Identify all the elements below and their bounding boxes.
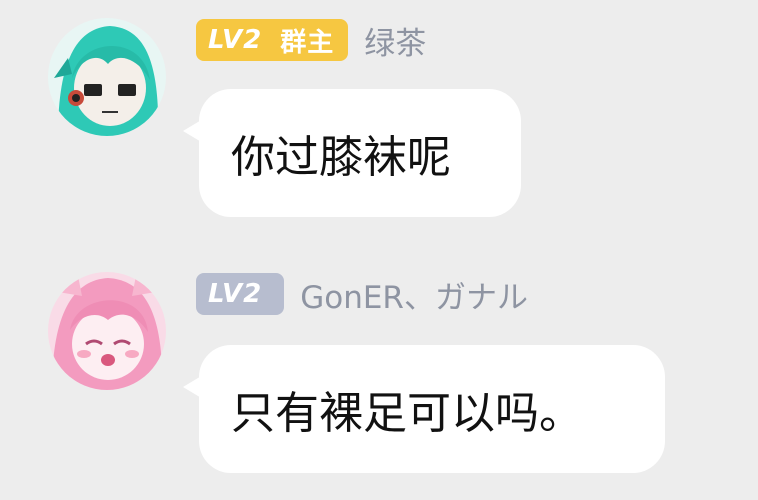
message-text: 只有裸足可以吗。 — [231, 388, 583, 439]
nickname[interactable]: 绿茶 — [364, 18, 426, 63]
message-header: LV2 GonER、ガナル — [196, 272, 528, 317]
level-label: LV2 — [208, 25, 263, 55]
message-text: 你过膝袜呢 — [231, 132, 451, 183]
level-badge: LV2 — [196, 273, 285, 315]
message-bubble[interactable]: 只有裸足可以吗。 — [183, 345, 665, 473]
message-bubble[interactable]: 你过膝袜呢 — [183, 89, 521, 217]
level-label: LV2 — [208, 279, 263, 309]
message-header: LV2 群主 绿茶 — [196, 18, 426, 63]
avatar[interactable] — [48, 18, 166, 136]
bubble-tail — [183, 119, 203, 143]
anime-avatar-green-hair — [48, 18, 166, 136]
bubble-tail — [183, 375, 203, 399]
anime-avatar-pink-hair — [48, 272, 166, 390]
avatar[interactable] — [48, 272, 166, 390]
level-badge: LV2 群主 — [196, 19, 349, 61]
nickname[interactable]: GonER、ガナル — [300, 272, 528, 317]
role-label: 群主 — [280, 27, 335, 58]
